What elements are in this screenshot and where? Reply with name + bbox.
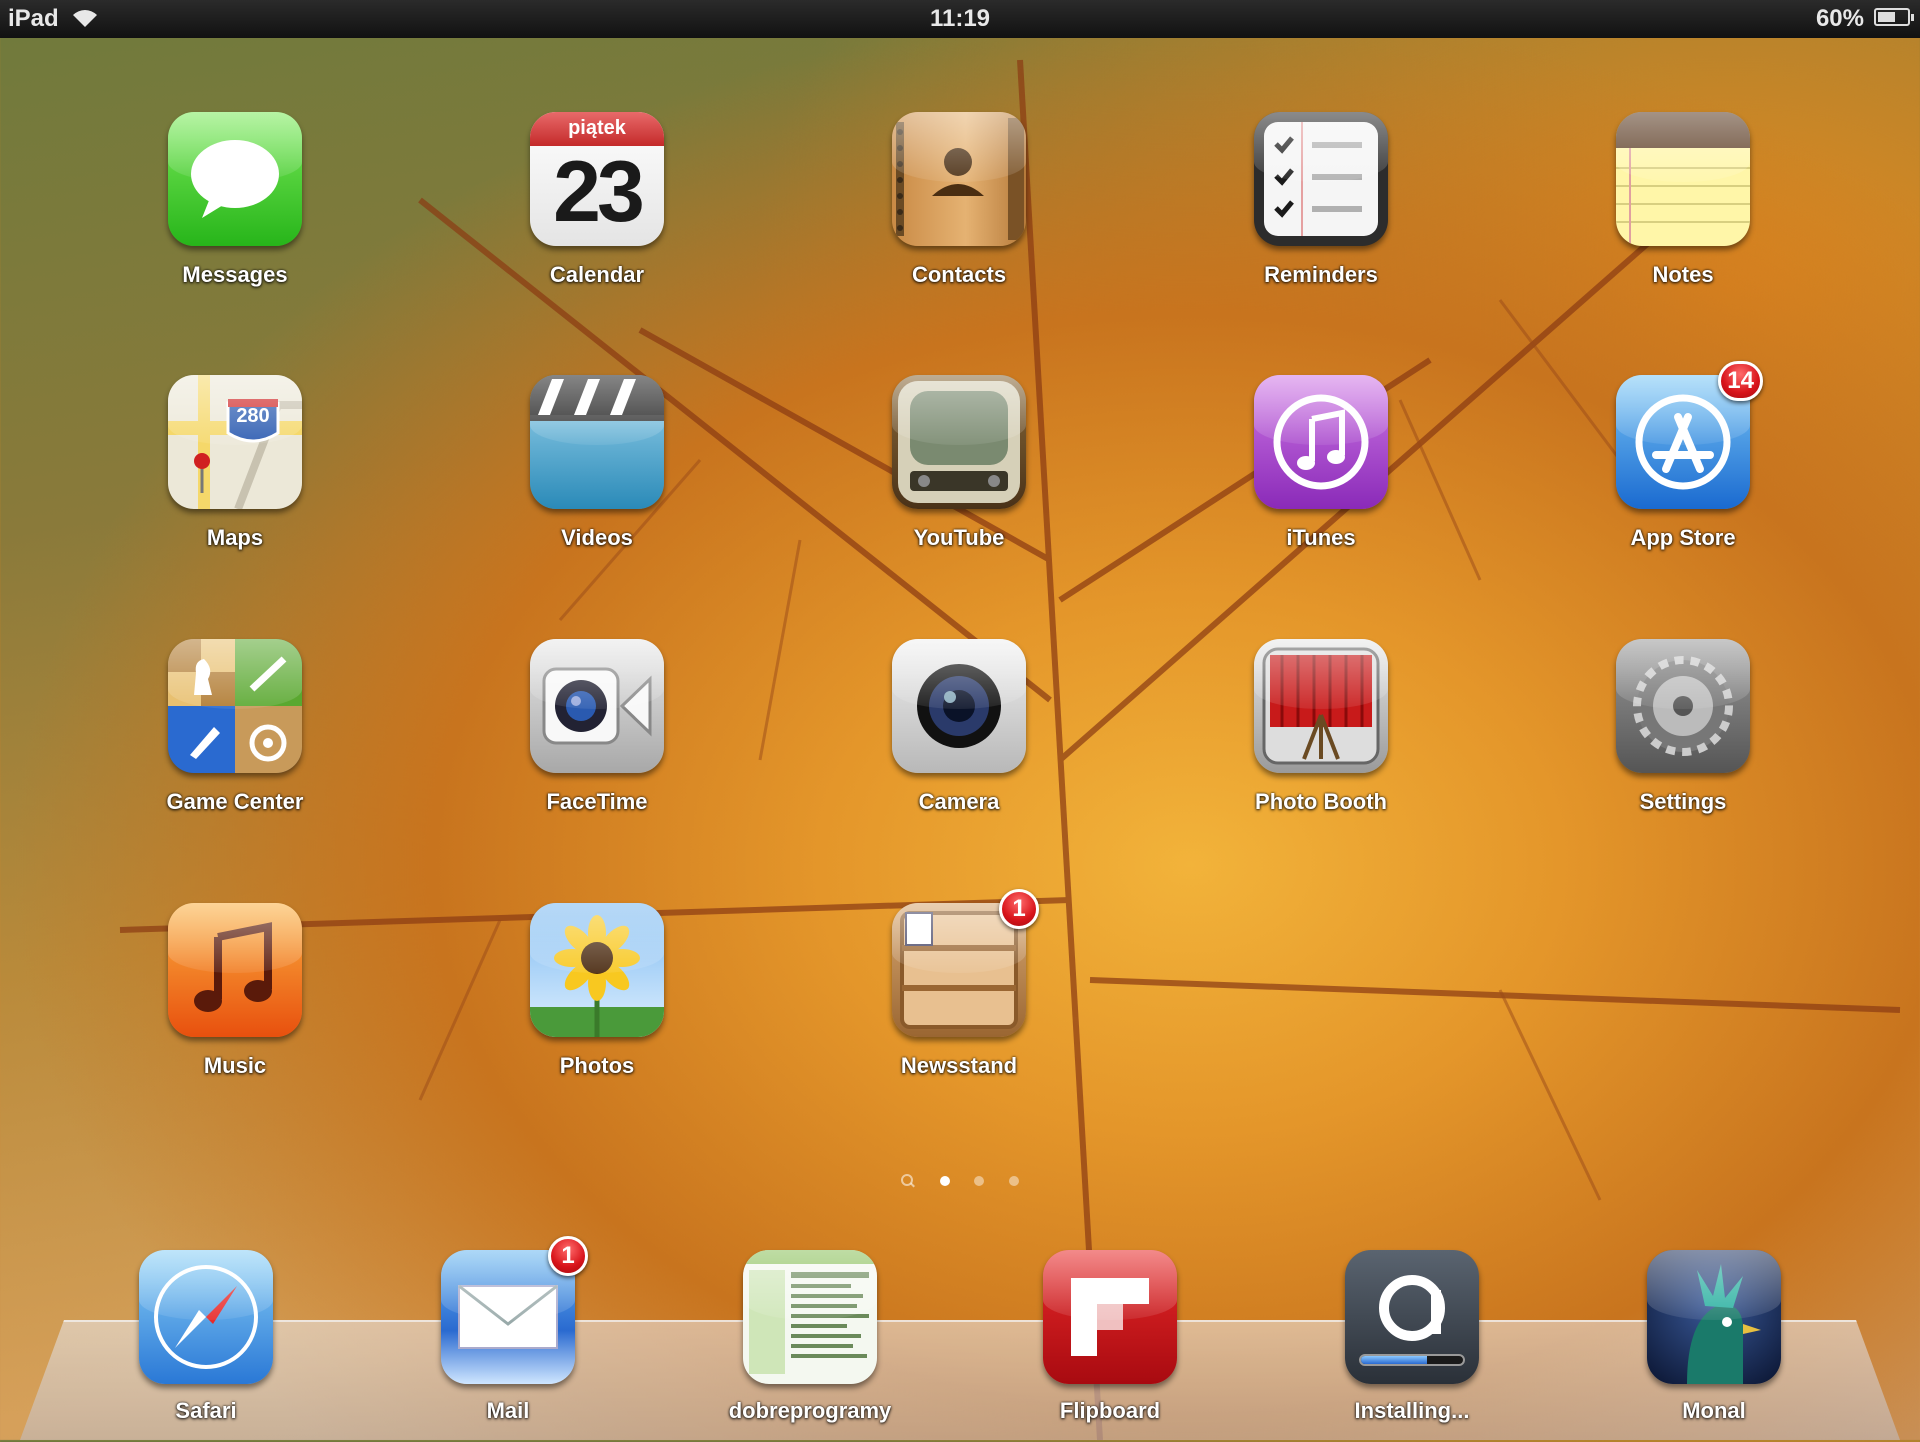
app-game-center[interactable]: Game Center	[135, 639, 335, 815]
facetime-icon	[530, 639, 664, 773]
install-progress-bar	[1359, 1354, 1465, 1366]
music-icon	[168, 903, 302, 1037]
reminders-icon	[1254, 112, 1388, 246]
maps-icon: 280	[168, 375, 302, 509]
calendar-day-number: 23	[553, 144, 645, 240]
app-newsstand[interactable]: 1 Newsstand	[859, 889, 1059, 1079]
app-facetime[interactable]: FaceTime	[497, 639, 697, 815]
battery-percent: 60%	[1815, 5, 1864, 32]
page-dot-3[interactable]	[1008, 1175, 1019, 1186]
app-itunes[interactable]: iTunes	[1221, 375, 1421, 551]
newsstand-badge: 1	[999, 889, 1039, 929]
page-dot-1[interactable]	[939, 1175, 950, 1186]
videos-icon	[530, 375, 664, 509]
dock-app-dobreprogramy[interactable]: dobreprogramy	[710, 1250, 910, 1424]
dock-app-mail[interactable]: 1 Mail	[408, 1236, 608, 1424]
app-maps[interactable]: 280 Maps	[135, 375, 335, 551]
dock-app-monal[interactable]: Monal	[1614, 1250, 1814, 1424]
flipboard-icon	[1043, 1250, 1177, 1384]
notes-icon	[1616, 112, 1750, 246]
status-bar: iPad 11:19 60%	[0, 0, 1920, 38]
app-contacts[interactable]: Contacts	[859, 112, 1059, 288]
app-notes[interactable]: Notes	[1583, 112, 1783, 288]
app-photos[interactable]: Photos	[497, 903, 697, 1079]
app-calendar[interactable]: piątek 23 Calendar	[497, 112, 697, 288]
itunes-icon	[1254, 375, 1388, 509]
app-youtube[interactable]: YouTube	[859, 375, 1059, 551]
app-reminders[interactable]: Reminders	[1221, 112, 1421, 288]
page-dot-2[interactable]	[974, 1175, 985, 1186]
app-photo-booth[interactable]: Photo Booth	[1221, 639, 1421, 815]
installing-icon	[1345, 1250, 1479, 1384]
maps-highway-shield: 280	[236, 405, 270, 427]
game-center-icon	[168, 639, 302, 773]
install-progress-fill	[1361, 1356, 1428, 1364]
photos-icon	[530, 903, 664, 1037]
dobreprogramy-icon	[743, 1250, 877, 1384]
mail-badge: 1	[548, 1236, 588, 1276]
messages-icon	[168, 112, 302, 246]
app-store-badge: 14	[1718, 361, 1763, 401]
clock: 11:19	[929, 5, 991, 32]
app-app-store[interactable]: 14 App Store	[1583, 361, 1783, 551]
dock-app-flipboard[interactable]: Flipboard	[1010, 1250, 1210, 1424]
app-videos[interactable]: Videos	[497, 375, 697, 551]
app-music[interactable]: Music	[135, 903, 335, 1079]
dock-app-safari[interactable]: Safari	[106, 1250, 306, 1424]
page-indicator[interactable]	[0, 1172, 1920, 1188]
app-messages[interactable]: Messages	[135, 112, 335, 288]
camera-icon	[892, 639, 1026, 773]
app-camera[interactable]: Camera	[859, 639, 1059, 815]
calendar-icon: piątek 23	[530, 112, 664, 246]
safari-icon	[139, 1250, 273, 1384]
calendar-day-name: piątek	[530, 112, 664, 146]
contacts-icon	[892, 112, 1026, 246]
app-settings[interactable]: Settings	[1583, 639, 1783, 815]
youtube-icon	[892, 375, 1026, 509]
settings-icon	[1616, 639, 1750, 773]
monal-icon	[1647, 1250, 1781, 1384]
dock-app-installing[interactable]: Installing...	[1312, 1250, 1512, 1424]
spotlight-page-dot[interactable]	[901, 1173, 915, 1188]
photo-booth-icon	[1254, 639, 1388, 773]
battery-icon	[1874, 8, 1914, 26]
